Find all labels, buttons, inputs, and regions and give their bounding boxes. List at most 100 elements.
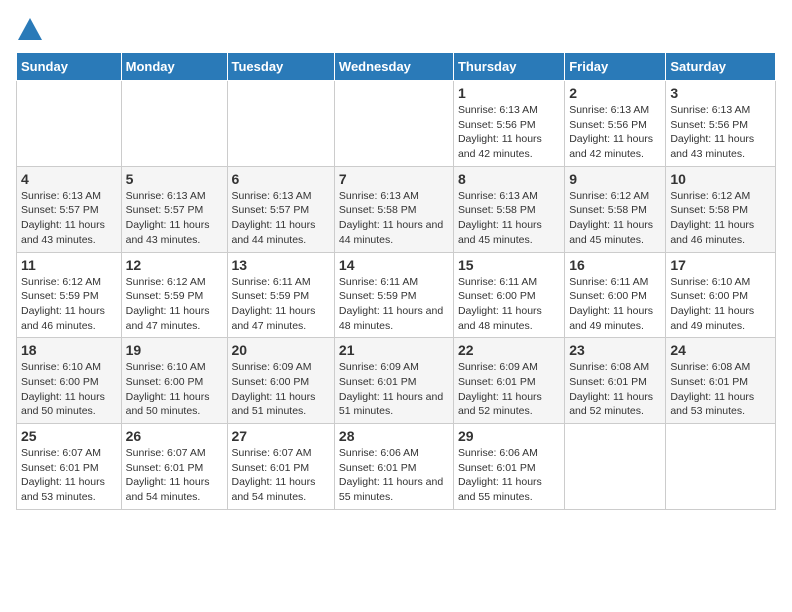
calendar-cell [666,424,776,510]
day-number: 5 [126,171,223,187]
day-number: 4 [21,171,117,187]
calendar-cell: 29 Sunrise: 6:06 AMSunset: 6:01 PMDayligh… [453,424,564,510]
day-info: Sunrise: 6:13 AMSunset: 5:58 PMDaylight:… [339,190,443,246]
calendar-cell: 20 Sunrise: 6:09 AMSunset: 6:00 PMDayligh… [227,338,334,424]
calendar-cell: 16 Sunrise: 6:11 AMSunset: 6:00 PMDayligh… [565,252,666,338]
day-number: 26 [126,428,223,444]
calendar-cell: 28 Sunrise: 6:06 AMSunset: 6:01 PMDayligh… [334,424,453,510]
day-info: Sunrise: 6:06 AMSunset: 6:01 PMDaylight:… [339,447,443,503]
calendar-cell: 6 Sunrise: 6:13 AMSunset: 5:57 PMDaylight… [227,166,334,252]
day-number: 6 [232,171,330,187]
calendar-cell: 17 Sunrise: 6:10 AMSunset: 6:00 PMDayligh… [666,252,776,338]
day-info: Sunrise: 6:11 AMSunset: 5:59 PMDaylight:… [339,276,443,332]
calendar-cell: 12Sunrise: 6:12 AMSunset: 5:59 PMDayligh… [121,252,227,338]
day-number: 25 [21,428,117,444]
calendar-cell [227,81,334,167]
calendar-cell: 25 Sunrise: 6:07 AMSunset: 6:01 PMDayligh… [17,424,122,510]
week-row-1: 1Sunrise: 6:13 AMSunset: 5:56 PMDaylight… [17,81,776,167]
calendar-cell: 2 Sunrise: 6:13 AMSunset: 5:56 PMDaylight… [565,81,666,167]
calendar-cell: 1Sunrise: 6:13 AMSunset: 5:56 PMDaylight… [453,81,564,167]
day-info: Sunrise: 6:13 AMSunset: 5:58 PMDaylight:… [458,190,542,246]
day-number: 7 [339,171,449,187]
calendar-cell: 5Sunrise: 6:13 AMSunset: 5:57 PMDaylight… [121,166,227,252]
calendar-cell: 21Sunrise: 6:09 AMSunset: 6:01 PMDayligh… [334,338,453,424]
day-number: 3 [670,85,771,101]
calendar-cell: 26 Sunrise: 6:07 AMSunset: 6:01 PMDayligh… [121,424,227,510]
day-info: Sunrise: 6:08 AMSunset: 6:01 PMDaylight:… [569,361,653,417]
day-number: 20 [232,342,330,358]
day-info: Sunrise: 6:10 AMSunset: 6:00 PMDaylight:… [21,361,105,417]
week-row-3: 11 Sunrise: 6:12 AMSunset: 5:59 PMDayligh… [17,252,776,338]
calendar-cell: 18 Sunrise: 6:10 AMSunset: 6:00 PMDayligh… [17,338,122,424]
day-info: Sunrise: 6:12 AMSunset: 5:58 PMDaylight:… [569,190,653,246]
calendar-cell: 14 Sunrise: 6:11 AMSunset: 5:59 PMDayligh… [334,252,453,338]
calendar-cell [17,81,122,167]
calendar-cell: 19 Sunrise: 6:10 AMSunset: 6:00 PMDayligh… [121,338,227,424]
day-number: 14 [339,257,449,273]
calendar-cell: 15 Sunrise: 6:11 AMSunset: 6:00 PMDayligh… [453,252,564,338]
day-info: Sunrise: 6:09 AMSunset: 6:01 PMDaylight:… [339,361,443,417]
calendar-cell: 24 Sunrise: 6:08 AMSunset: 6:01 PMDayligh… [666,338,776,424]
day-info: Sunrise: 6:13 AMSunset: 5:57 PMDaylight:… [21,190,105,246]
day-info: Sunrise: 6:11 AMSunset: 5:59 PMDaylight:… [232,276,316,332]
day-number: 28 [339,428,449,444]
week-row-5: 25 Sunrise: 6:07 AMSunset: 6:01 PMDayligh… [17,424,776,510]
col-header-saturday: Saturday [666,53,776,81]
day-info: Sunrise: 6:07 AMSunset: 6:01 PMDaylight:… [21,447,105,503]
calendar-cell: 9 Sunrise: 6:12 AMSunset: 5:58 PMDaylight… [565,166,666,252]
day-info: Sunrise: 6:13 AMSunset: 5:56 PMDaylight:… [569,104,653,160]
day-number: 17 [670,257,771,273]
calendar-cell: 4 Sunrise: 6:13 AMSunset: 5:57 PMDaylight… [17,166,122,252]
day-number: 10 [670,171,771,187]
col-header-wednesday: Wednesday [334,53,453,81]
calendar-cell [565,424,666,510]
day-number: 15 [458,257,560,273]
day-number: 24 [670,342,771,358]
day-info: Sunrise: 6:13 AMSunset: 5:56 PMDaylight:… [670,104,754,160]
week-row-2: 4 Sunrise: 6:13 AMSunset: 5:57 PMDaylight… [17,166,776,252]
col-header-sunday: Sunday [17,53,122,81]
day-info: Sunrise: 6:08 AMSunset: 6:01 PMDaylight:… [670,361,754,417]
day-number: 27 [232,428,330,444]
day-info: Sunrise: 6:07 AMSunset: 6:01 PMDaylight:… [126,447,210,503]
day-info: Sunrise: 6:12 AMSunset: 5:58 PMDaylight:… [670,190,754,246]
day-info: Sunrise: 6:12 AMSunset: 5:59 PMDaylight:… [21,276,105,332]
day-number: 13 [232,257,330,273]
day-number: 12 [126,257,223,273]
calendar-cell: 27 Sunrise: 6:07 AMSunset: 6:01 PMDayligh… [227,424,334,510]
calendar-cell: 10 Sunrise: 6:12 AMSunset: 5:58 PMDayligh… [666,166,776,252]
week-row-4: 18 Sunrise: 6:10 AMSunset: 6:00 PMDayligh… [17,338,776,424]
day-info: Sunrise: 6:13 AMSunset: 5:57 PMDaylight:… [232,190,316,246]
calendar-cell: 7 Sunrise: 6:13 AMSunset: 5:58 PMDaylight… [334,166,453,252]
day-number: 29 [458,428,560,444]
calendar-cell: 3 Sunrise: 6:13 AMSunset: 5:56 PMDaylight… [666,81,776,167]
day-number: 19 [126,342,223,358]
calendar-cell [334,81,453,167]
calendar-cell [121,81,227,167]
day-info: Sunrise: 6:09 AMSunset: 6:00 PMDaylight:… [232,361,316,417]
day-number: 18 [21,342,117,358]
day-info: Sunrise: 6:09 AMSunset: 6:01 PMDaylight:… [458,361,542,417]
calendar-cell: 13 Sunrise: 6:11 AMSunset: 5:59 PMDayligh… [227,252,334,338]
day-number: 16 [569,257,661,273]
day-number: 23 [569,342,661,358]
calendar-table: SundayMondayTuesdayWednesdayThursdayFrid… [16,52,776,510]
calendar-cell: 23 Sunrise: 6:08 AMSunset: 6:01 PMDayligh… [565,338,666,424]
day-info: Sunrise: 6:07 AMSunset: 6:01 PMDaylight:… [232,447,316,503]
col-header-tuesday: Tuesday [227,53,334,81]
day-info: Sunrise: 6:11 AMSunset: 6:00 PMDaylight:… [569,276,653,332]
day-info: Sunrise: 6:10 AMSunset: 6:00 PMDaylight:… [126,361,210,417]
day-number: 22 [458,342,560,358]
calendar-cell: 11 Sunrise: 6:12 AMSunset: 5:59 PMDayligh… [17,252,122,338]
day-number: 11 [21,257,117,273]
day-info: Sunrise: 6:06 AMSunset: 6:01 PMDaylight:… [458,447,542,503]
day-info: Sunrise: 6:10 AMSunset: 6:00 PMDaylight:… [670,276,754,332]
day-info: Sunrise: 6:11 AMSunset: 6:00 PMDaylight:… [458,276,542,332]
page-header [16,16,776,44]
day-number: 2 [569,85,661,101]
col-header-friday: Friday [565,53,666,81]
logo-icon [16,16,44,44]
day-number: 8 [458,171,560,187]
calendar-cell: 8 Sunrise: 6:13 AMSunset: 5:58 PMDaylight… [453,166,564,252]
day-number: 9 [569,171,661,187]
